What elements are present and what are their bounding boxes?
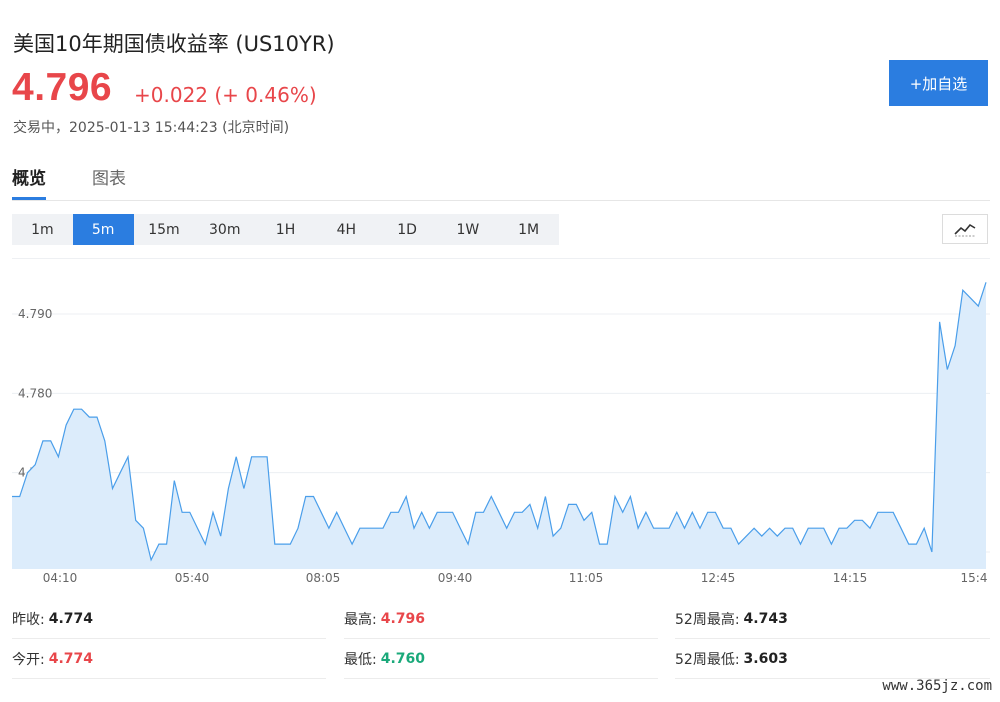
stat-value: 4.774 — [48, 651, 94, 667]
stat-value: 3.603 — [743, 651, 788, 667]
stat-low: 最低: 4.760 — [344, 640, 658, 679]
x-tick-label: 12:45 — [701, 571, 736, 585]
interval-5m[interactable]: 5m — [72, 214, 134, 245]
tab-bar: 概览 图表 — [12, 164, 990, 201]
interval-1d[interactable]: 1D — [377, 214, 438, 245]
stat-52w-low: 52周最低: 3.603 — [675, 640, 990, 679]
stat-label: 52周最高: — [675, 612, 740, 628]
current-price: 4.796 — [12, 66, 113, 109]
stat-52w-high: 52周最高: 4.743 — [675, 600, 990, 639]
y-tick-label: 4.790 — [18, 307, 52, 321]
stat-label: 昨收: — [12, 612, 45, 628]
stat-label: 最低: — [344, 652, 377, 668]
stat-value: 4.796 — [380, 611, 426, 627]
x-tick-label: 04:10 — [43, 571, 78, 585]
stat-value: 4.760 — [380, 651, 426, 667]
stat-value: 4.774 — [48, 611, 94, 627]
x-tick-label: 09:40 — [438, 571, 473, 585]
x-tick-label: 05:40 — [175, 571, 210, 585]
price-chart-svg: 4.7904.7804.7704.76004:1005:4008:0509:40… — [12, 282, 990, 585]
tab-overview[interactable]: 概览 — [12, 164, 46, 200]
x-tick-label: 14:15 — [833, 571, 868, 585]
trading-status: 交易中，2025-01-13 15:44:23 (北京时间) — [13, 120, 290, 136]
price-chart: 4.7904.7804.7704.76004:1005:4008:0509:40… — [12, 258, 990, 593]
line-chart-icon — [954, 223, 976, 237]
stat-high: 最高: 4.796 — [344, 600, 658, 639]
stat-label: 52周最低: — [675, 652, 740, 668]
interval-1h[interactable]: 1H — [255, 214, 316, 245]
x-tick-label: 15:4 — [961, 571, 988, 585]
price-area — [12, 282, 986, 569]
stat-open: 今开: 4.774 — [12, 640, 326, 679]
chart-type-toggle[interactable] — [942, 214, 988, 244]
interval-1mo[interactable]: 1M — [498, 214, 559, 245]
stat-label: 最高: — [344, 612, 377, 628]
stat-prev-close: 昨收: 4.774 — [12, 600, 326, 639]
watermark: www.365jz.com — [882, 678, 992, 694]
interval-selector: 1m 5m 15m 30m 1H 4H 1D 1W 1M — [12, 214, 559, 245]
interval-4h[interactable]: 4H — [316, 214, 377, 245]
interval-15m[interactable]: 15m — [134, 214, 195, 245]
x-tick-label: 08:05 — [306, 571, 341, 585]
tab-chart[interactable]: 图表 — [92, 164, 126, 199]
add-to-watchlist-button[interactable]: +加自选 — [889, 60, 988, 106]
page-title: 美国10年期国债收益率 (US10YR) — [13, 32, 335, 56]
interval-1w[interactable]: 1W — [437, 214, 498, 245]
price-change: +0.022 (+ 0.46%) — [134, 83, 317, 107]
x-tick-label: 11:05 — [569, 571, 604, 585]
interval-1m[interactable]: 1m — [12, 214, 73, 245]
stat-value: 4.743 — [743, 611, 788, 627]
stat-label: 今开: — [12, 652, 45, 668]
interval-30m[interactable]: 30m — [194, 214, 255, 245]
y-tick-label: 4.780 — [18, 386, 52, 400]
